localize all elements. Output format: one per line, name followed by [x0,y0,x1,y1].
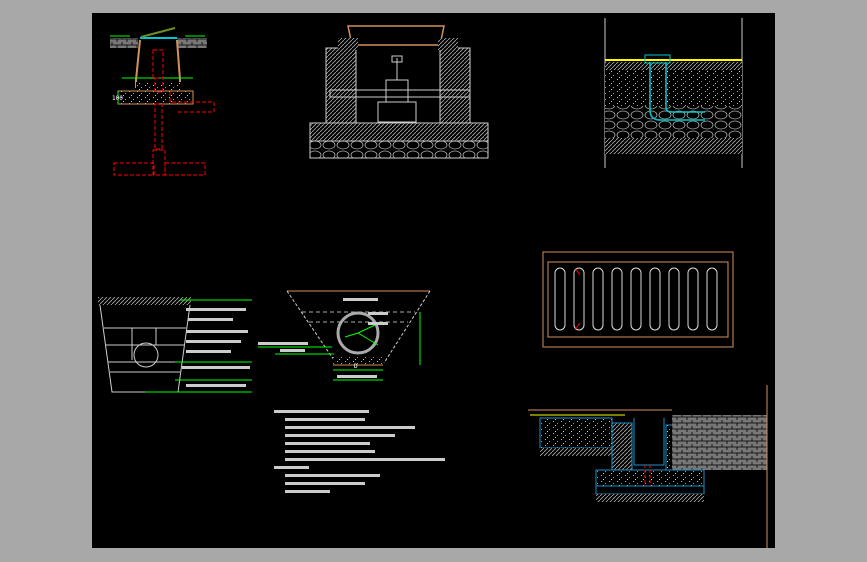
notes-block [274,410,445,493]
gully-section [528,385,768,548]
pipe-diameter-label: D [354,363,358,370]
cad-drawing: 100 D [98,18,768,548]
cad-viewer: 100 D [0,0,867,562]
drawing-canvas[interactable]: 100 D [92,13,775,548]
dimension-100-label: 100 [112,95,123,102]
grate-plan [542,251,734,348]
valve-well-section: 100 [110,27,215,176]
valve-chamber-section [309,25,489,159]
trench-section [98,297,252,393]
inlet-section [604,18,743,168]
pipe-bedding-section: D [258,290,431,381]
